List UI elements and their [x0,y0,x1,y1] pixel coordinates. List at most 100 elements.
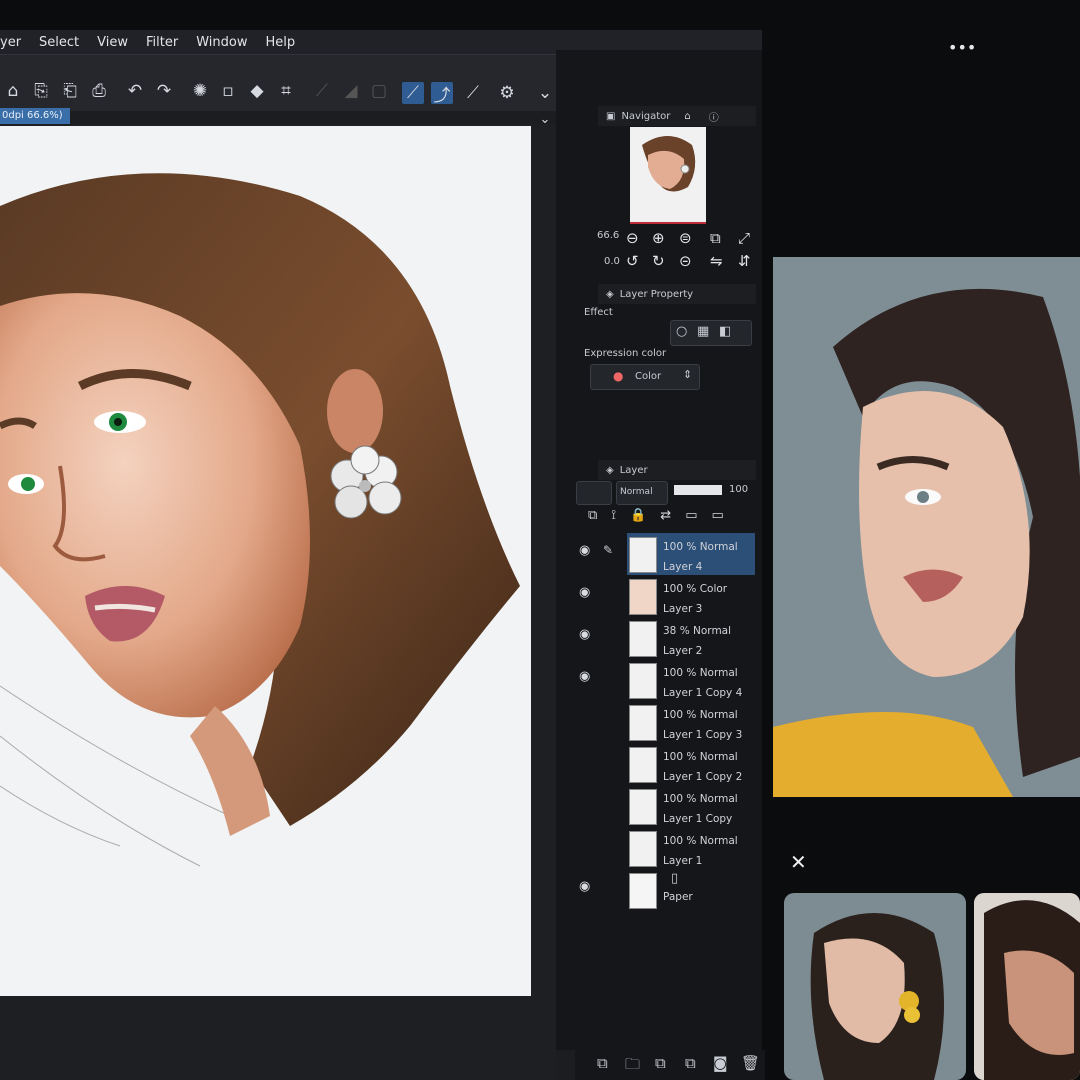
eye-icon[interactable]: ◉ [579,669,590,684]
redo-icon[interactable]: ↷ [153,80,175,102]
loading-icon[interactable]: ✺ [189,80,211,102]
zoom-out-icon[interactable]: ⊖ [626,229,639,247]
paper-layer-row[interactable]: ◉ Paper ▯ [565,869,757,911]
flip-vertical-icon[interactable]: ⇵ [738,252,751,270]
layer-bottom-toolbar: ⧉ 🗀 ⧉ ⧉ ◙ 🗑 [575,1050,765,1080]
layer-icon[interactable]: ⌂ [2,80,24,102]
close-icon[interactable]: ✕ [790,850,807,874]
layer-mode: Normal [699,541,738,553]
layer-row[interactable]: 100 % Normal Layer 1 Copy 3 [565,701,757,743]
snap-grid-icon[interactable]: ⟋ [462,82,484,104]
transform-icon[interactable]: ⌗ [275,80,297,102]
reference-portrait [773,288,1080,797]
rotate-right-icon[interactable]: ↻ [652,252,665,270]
effect-buttons[interactable]: ○ ▦ ◧ [670,320,752,346]
mask-icon[interactable]: ◙ [713,1054,728,1072]
zoom-value: 66.6 [597,230,620,241]
reference-photo[interactable] [773,257,1080,797]
eye-icon[interactable]: ◉ [579,879,590,894]
menu-window[interactable]: Window [196,35,247,50]
reset-rotation-icon[interactable]: ⊝ [679,252,692,270]
layer-opacity: 100 % [663,835,697,847]
layer-header: ◈ Layer [598,460,756,480]
new-folder-icon[interactable]: 🗀 [625,1054,640,1079]
merge-layer-icon[interactable]: ⧉ [685,1054,696,1072]
clipboard-icon[interactable]: ⎙ [88,80,110,102]
menu-help[interactable]: Help [265,35,295,50]
zoom-in-icon[interactable]: ⊕ [652,229,665,247]
new-raster-layer-icon[interactable]: ⧉ [597,1054,608,1072]
snap-curve-icon[interactable]: ⤴ [431,82,453,106]
fill-icon[interactable]: ◆ [246,80,268,102]
expression-color-select[interactable]: ● Color ⇕ [590,364,700,390]
layer-row[interactable]: 100 % Normal Layer 1 [565,827,757,869]
collapse-icon[interactable]: ⌄ [534,108,556,130]
expression-color-label: Expression color [584,348,667,359]
undo-icon[interactable]: ↶ [124,80,146,102]
special-ruler-icon[interactable]: ⚙ [496,82,518,104]
layer-thumb [629,537,657,573]
menu-filter[interactable]: Filter [146,35,178,50]
navigator-preview[interactable] [630,127,706,224]
layer-name: Layer 3 [663,603,703,615]
layer-opacity: 100 % [663,709,697,721]
hide-selection-icon[interactable]: ⟋ [311,80,333,102]
trash-icon[interactable]: 🗑 [741,1054,760,1072]
selection-clear-icon[interactable]: ▢ [368,80,390,102]
layer-opacity: 100 % [663,751,697,763]
menu-view[interactable]: View [97,35,128,50]
thumbnail-portrait [974,893,1080,1080]
layer-row[interactable]: 100 % Normal Layer 1 Copy 2 [565,743,757,785]
layer-color-icon[interactable]: ◧ [719,324,731,339]
actual-size-icon[interactable]: ⧉ [710,229,721,247]
menu-select[interactable]: Select [39,35,79,50]
chevron-down-icon[interactable]: ⌄ [534,82,556,104]
blend-toggle[interactable] [576,481,612,505]
layer-row[interactable]: ◉ 100 % Normal Layer 1 Copy 4 [565,659,757,701]
rotate-left-icon[interactable]: ↺ [626,252,639,270]
layer-thumb [629,621,657,657]
layer-opacity: 100 % [663,793,697,805]
fit-icon[interactable]: ⊜ [679,229,692,247]
layer-row[interactable]: 100 % Normal Layer 1 Copy [565,785,757,827]
layer-row[interactable]: ◉ ✎ 100 % Normal Layer 4 [565,533,757,575]
menu-layer[interactable]: yer [0,35,21,50]
navigator-icon: ▣ [606,110,616,122]
eye-icon[interactable]: ◉ [579,543,590,558]
tone-effect-icon[interactable]: ▦ [697,324,709,339]
info-icon[interactable]: ⓘ [709,109,719,124]
navigator-header: ▣ Navigator ⌂ ⓘ [598,106,756,126]
snap-ruler-icon[interactable]: ⟋ [402,82,424,104]
layer-opacity: 100 % [663,541,697,553]
more-options-icon[interactable]: ••• [948,38,976,57]
blend-mode-select[interactable]: Normal [616,481,668,505]
navigator-menu-icon[interactable]: ⌂ [684,111,690,122]
layer-mode: Normal [699,751,738,763]
layer-name: Layer 1 Copy 3 [663,729,743,741]
document-tab[interactable]: 0dpi 66.6%) [0,108,70,124]
selection-fill-icon[interactable]: ◢ [340,80,362,102]
copy-icon[interactable]: ⎘ [30,80,52,102]
layer-opacity: 100 % [663,667,697,679]
clear-icon[interactable]: ▫ [217,80,239,102]
layer-tool-icons[interactable]: ⧉⟟🔒⇄▭▭ [588,508,738,523]
reference-thumbnail[interactable] [974,893,1080,1080]
duplicate-layer-icon[interactable]: ⧉ [655,1054,666,1072]
eye-icon[interactable]: ◉ [579,585,590,600]
paper-icon: ▯ [671,871,679,886]
fit-window-icon[interactable]: ⤢ [738,229,750,247]
layer-row[interactable]: ◉ 100 % Color Layer 3 [565,575,757,617]
color-wheel-icon: ● [613,369,624,383]
layer-property-icon: ◈ [606,288,614,300]
flip-horizontal-icon[interactable]: ⇋ [710,252,723,270]
blend-mode-value: Normal [620,487,653,497]
reference-thumbnail[interactable] [784,893,966,1080]
eye-icon[interactable]: ◉ [579,627,590,642]
layer-thumb [629,831,657,867]
border-effect-icon[interactable]: ○ [676,324,687,339]
drawing-paper[interactable] [0,126,531,996]
layer-row[interactable]: ◉ 38 % Normal Layer 2 [565,617,757,659]
opacity-slider[interactable] [674,485,722,495]
opacity-value[interactable]: 100 [729,484,748,495]
paste-icon[interactable]: ⎗ [59,80,81,102]
